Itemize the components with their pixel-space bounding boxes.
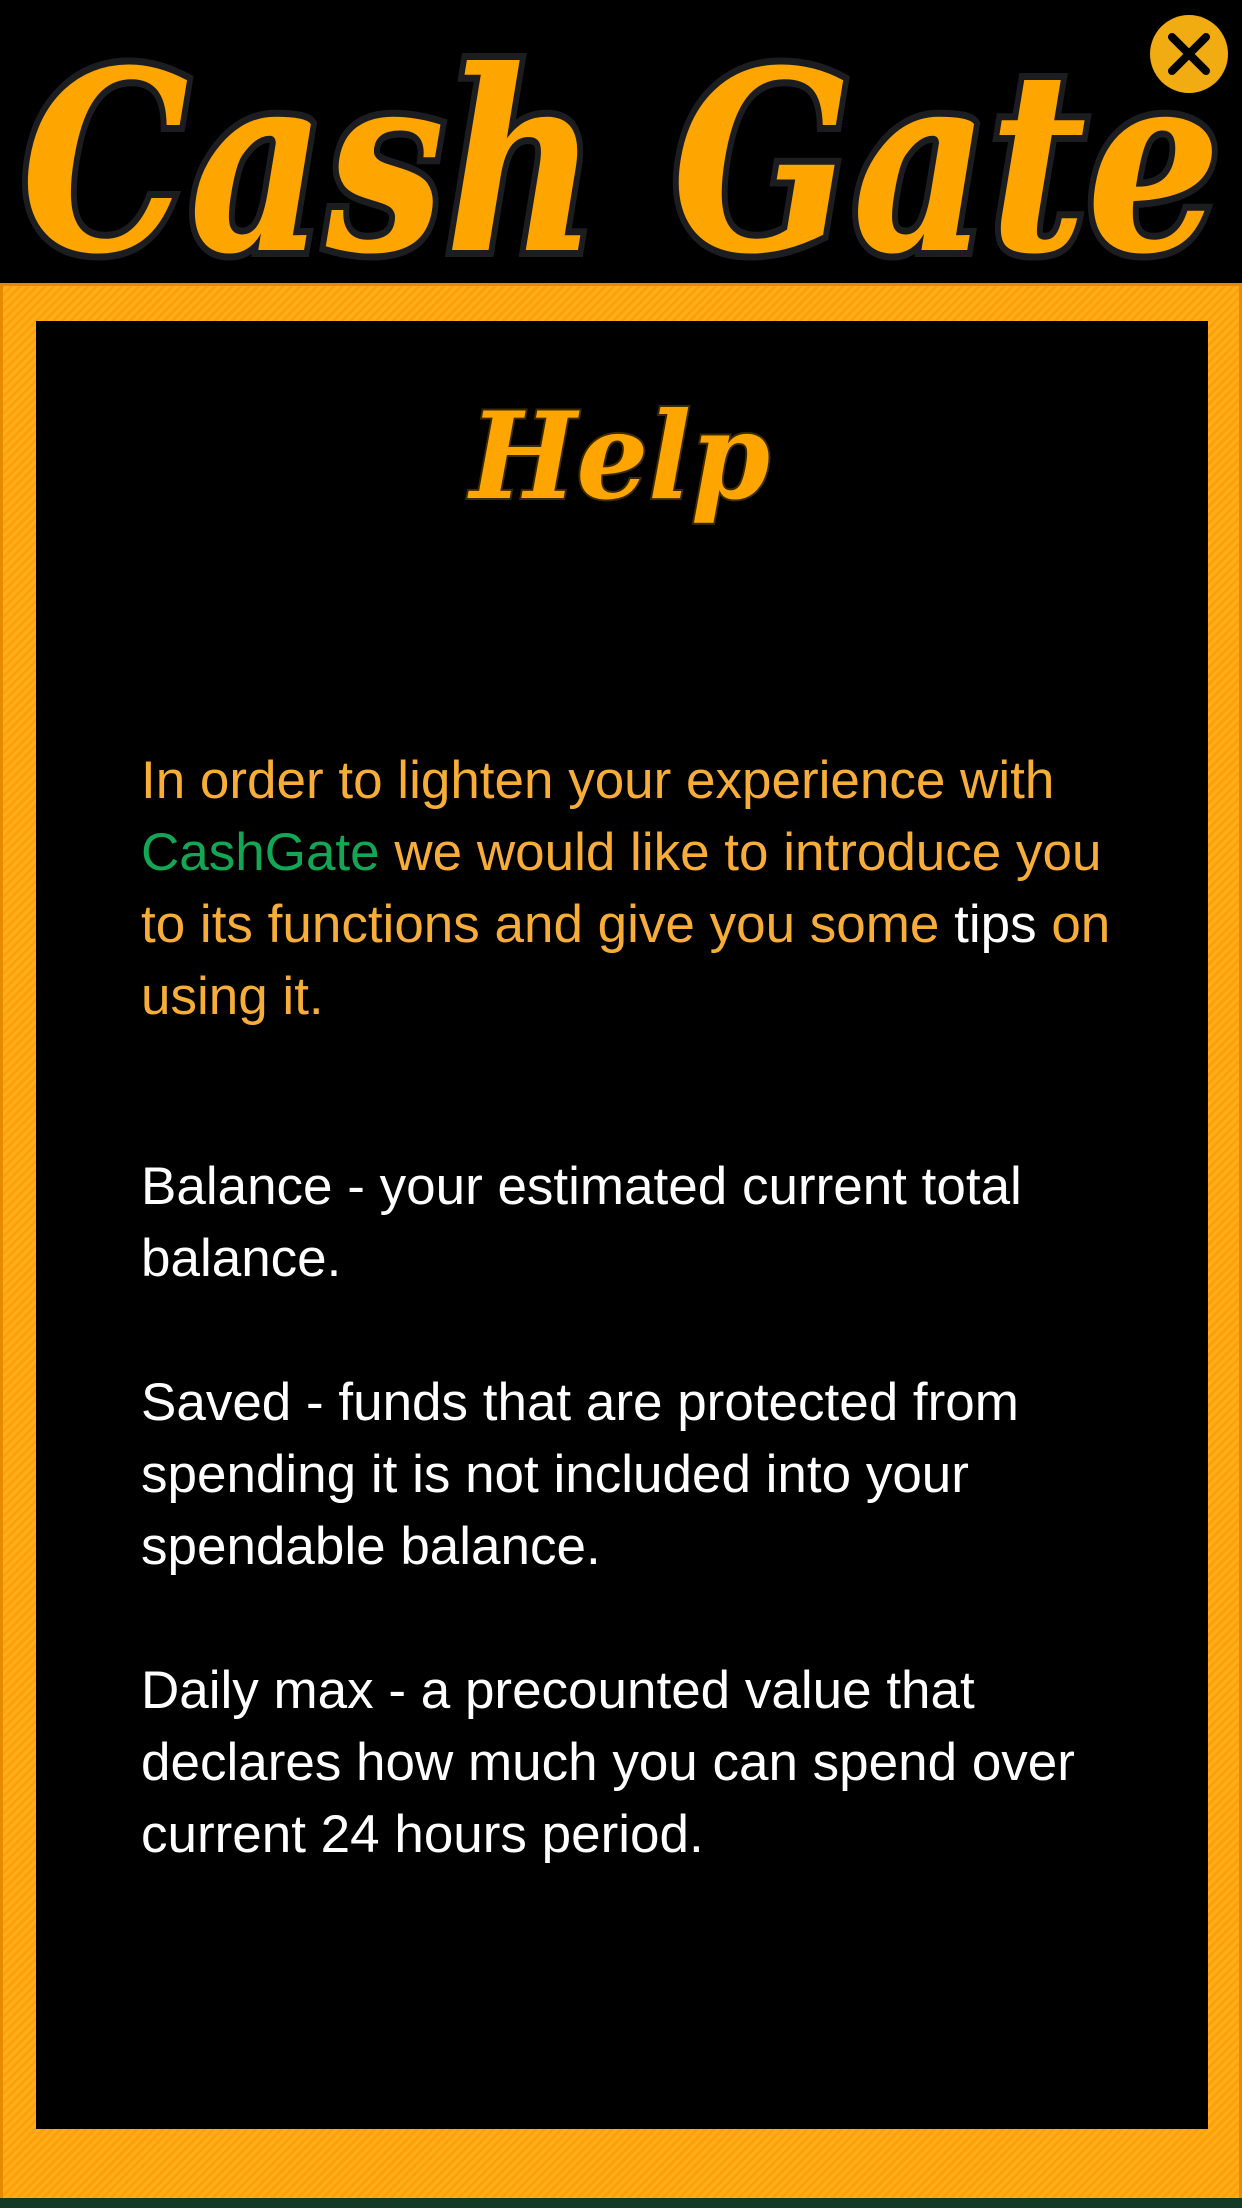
logo-text: Cash Gate — [21, 15, 1221, 309]
help-item-saved: Saved - funds that are protected from sp… — [141, 1373, 1019, 1576]
svg-text:Help: Help — [467, 386, 770, 527]
brand-name: CashGate — [141, 823, 380, 882]
intro-paragraph: In order to lighten your experience with… — [141, 751, 1111, 1026]
bottom-strip — [0, 2198, 1242, 2208]
close-button[interactable] — [1150, 15, 1228, 93]
close-icon — [1168, 33, 1210, 75]
help-item-daily-max: Daily max - a precounted value that decl… — [141, 1661, 1075, 1864]
help-item-balance: Balance - your estimated current total b… — [141, 1157, 1022, 1288]
tips-word: tips — [954, 895, 1037, 954]
app-logo: Cash Gate — [14, 8, 1228, 316]
help-content: In order to lighten your experience with… — [141, 745, 1151, 1871]
help-title: Help — [465, 384, 772, 529]
